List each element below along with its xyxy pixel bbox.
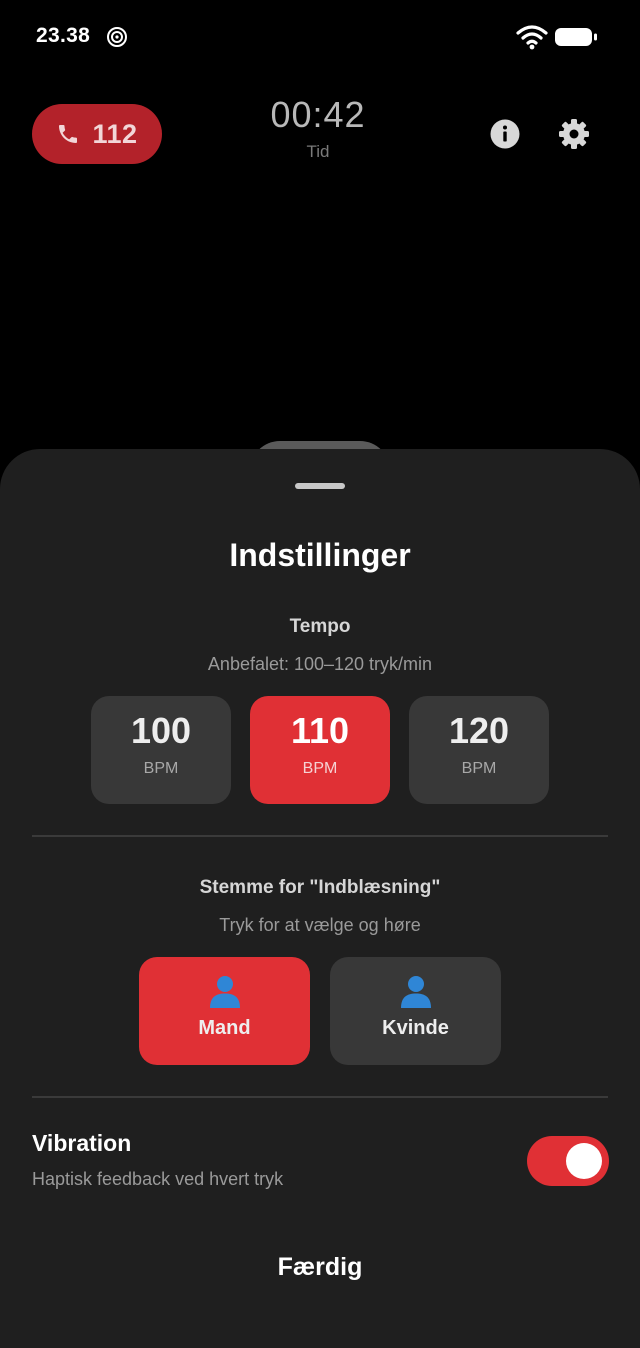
person-icon [400, 976, 431, 1008]
sheet-title: Indstillinger [229, 537, 411, 573]
info-icon[interactable] [489, 118, 521, 150]
vibration-title: Vibration [32, 1130, 132, 1156]
wifi-icon [516, 25, 548, 50]
vibration-toggle[interactable] [527, 1136, 609, 1186]
divider [32, 1096, 608, 1098]
voice-option-kvinde[interactable]: Kvinde [330, 957, 501, 1065]
sheet-drag-handle[interactable] [295, 483, 345, 489]
bpm-value: 120 [448, 710, 510, 751]
voice-option-mand[interactable]: Mand [139, 957, 310, 1065]
timer-label: Tid [306, 142, 330, 161]
tempo-title: Tempo [289, 616, 351, 637]
bpm-value: 100 [130, 710, 192, 751]
gear-icon[interactable] [557, 117, 591, 151]
bpm-unit: BPM [302, 760, 338, 777]
emergency-call-button[interactable]: 112 [32, 104, 162, 164]
done-button[interactable]: Færdig [220, 1245, 420, 1289]
bpm-option-100[interactable]: 100 BPM [91, 696, 231, 804]
status-bar: 23.38 [0, 0, 640, 76]
bpm-unit: BPM [461, 760, 497, 777]
voice-subtitle: Tryk for at vælge og høre [219, 915, 421, 935]
phone-icon [59, 125, 78, 143]
battery-icon [555, 28, 597, 46]
tempo-subtitle: Anbefalet: 100–120 tryk/min [207, 654, 433, 674]
call-label: 112 [92, 118, 138, 149]
divider [32, 835, 608, 837]
screen: 23.38 112 00:42 Tid Indstillinger Tempo … [0, 0, 640, 1348]
bpm-option-120[interactable]: 120 BPM [409, 696, 549, 804]
status-time: 23.38 [36, 24, 91, 47]
app-notification-icon [107, 27, 127, 47]
voice-label: Kvinde [382, 1017, 449, 1039]
voice-label: Mand [198, 1017, 251, 1039]
bpm-option-110[interactable]: 110 BPM [250, 696, 390, 804]
person-icon [209, 976, 240, 1008]
bpm-unit: BPM [143, 760, 179, 777]
toggle-knob [566, 1143, 602, 1179]
voice-title: Stemme for "Indblæsning" [199, 877, 441, 898]
vibration-subtitle: Haptisk feedback ved hvert tryk [32, 1169, 284, 1189]
timer: 00:42 Tid [220, 94, 416, 162]
timer-value: 00:42 [270, 94, 366, 135]
settings-sheet: Indstillinger Tempo Anbefalet: 100–120 t… [0, 449, 640, 1348]
bpm-value: 110 [290, 710, 350, 751]
